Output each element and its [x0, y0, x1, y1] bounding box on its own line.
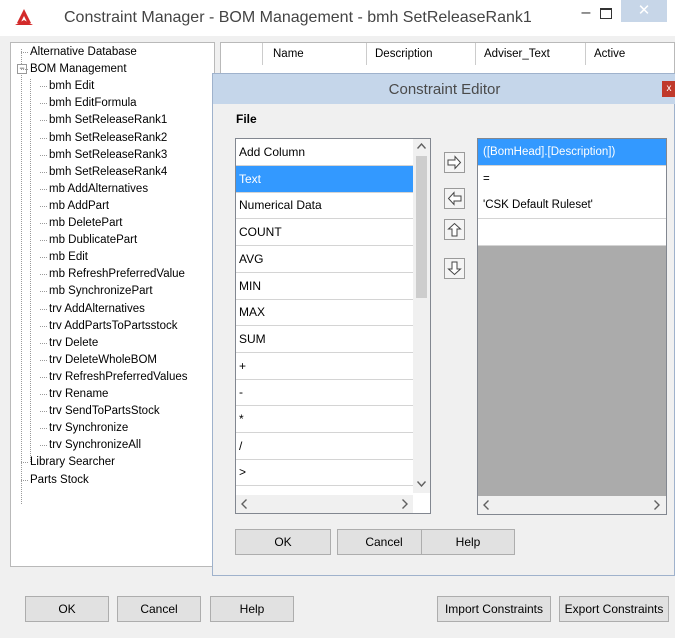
constraint-tree[interactable]: Alternative Database − BOM Management bmh E…: [10, 42, 215, 567]
editor-title: Constraint Editor: [388, 81, 501, 98]
tree-leaf[interactable]: bmh SetReleaseRank2: [39, 131, 167, 145]
expression-list-hscrollbar[interactable]: [478, 496, 666, 514]
column-list-item[interactable]: COUNT: [236, 219, 413, 247]
tree-leaf[interactable]: trv Rename: [39, 387, 108, 401]
tree-leaf[interactable]: trv AddPartsToPartsstock: [39, 319, 177, 333]
column-list-item[interactable]: *: [236, 406, 413, 433]
arrow-right-icon: [447, 155, 462, 170]
editor-cancel-button[interactable]: Cancel: [337, 529, 431, 555]
expression-item[interactable]: ([BomHead].[Description]): [478, 139, 666, 166]
move-down-button[interactable]: [444, 258, 465, 279]
tree-leaf[interactable]: trv RefreshPreferredValues: [39, 370, 187, 384]
arrow-up-icon: [447, 222, 462, 237]
editor-close-button[interactable]: x: [662, 81, 675, 97]
constraint-editor-dialog: Constraint Editor x File Add Column Text N…: [212, 73, 675, 576]
maximize-button[interactable]: [593, 2, 619, 24]
expression-list[interactable]: ([BomHead].[Description]) = 'CSK Default R…: [477, 138, 667, 515]
main-title-bar: Constraint Manager - BOM Management - bm…: [0, 0, 675, 36]
scroll-down-icon[interactable]: [417, 481, 426, 487]
maximize-icon: [600, 8, 612, 19]
tree-leaf[interactable]: trv AddAlternatives: [40, 302, 145, 316]
app-logo-icon: [15, 9, 33, 25]
tree-leaf[interactable]: mb AddAlternatives: [39, 182, 148, 196]
scroll-right-icon[interactable]: [654, 500, 660, 510]
tree-leaf[interactable]: mb RefreshPreferredValue: [40, 267, 185, 281]
grid-header-rowselector: [221, 43, 263, 65]
column-list-item[interactable]: SUM: [236, 326, 413, 353]
grid-header-description[interactable]: Description: [367, 43, 476, 65]
tree-node[interactable]: Alternative Database: [21, 45, 137, 59]
tree-leaf[interactable]: mb AddPart: [39, 199, 109, 213]
column-list-item[interactable]: Numerical Data: [236, 192, 413, 220]
file-menu[interactable]: File: [236, 112, 257, 126]
cancel-button[interactable]: Cancel: [117, 596, 201, 622]
tree-leaf[interactable]: bmh SetReleaseRank3: [39, 148, 167, 162]
help-button[interactable]: Help: [210, 596, 294, 622]
column-list-item[interactable]: Text: [236, 165, 413, 193]
column-list-item[interactable]: >: [236, 459, 413, 487]
ok-button[interactable]: OK: [25, 596, 109, 622]
tree-leaf[interactable]: trv SendToPartsStock: [40, 404, 160, 418]
scroll-right-icon[interactable]: [402, 499, 408, 509]
column-list-hscrollbar[interactable]: [236, 495, 413, 513]
tree-leaf[interactable]: bmh Edit: [39, 79, 94, 93]
tree-leaf[interactable]: trv DeleteWholeBOM: [39, 353, 157, 367]
scroll-up-icon[interactable]: [417, 143, 426, 149]
column-list-item[interactable]: Add Column: [236, 139, 413, 166]
move-up-button[interactable]: [444, 219, 465, 240]
tree-leaf[interactable]: bmh EditFormula: [40, 96, 137, 110]
editor-help-button[interactable]: Help: [421, 529, 515, 555]
tree-leaf[interactable]: mb Edit: [40, 250, 88, 264]
close-window-button[interactable]: ✕: [621, 0, 667, 22]
column-function-list[interactable]: Add Column Text Numerical Data COUNT AVG MIN M…: [235, 138, 431, 514]
column-list-item[interactable]: <: [236, 486, 413, 495]
window-title: Constraint Manager - BOM Management - bm…: [64, 9, 532, 26]
remove-from-expression-button[interactable]: [444, 188, 465, 209]
export-constraints-button[interactable]: Export Constraints: [559, 596, 669, 622]
tree-node[interactable]: BOM Management: [21, 62, 127, 76]
grid-header-name[interactable]: Name: [263, 43, 367, 65]
column-list-item[interactable]: AVG: [236, 246, 413, 273]
column-list-scroll-thumb[interactable]: [416, 156, 427, 298]
arrow-down-icon: [447, 261, 462, 276]
column-list-item[interactable]: MAX: [236, 299, 413, 327]
tree-leaf[interactable]: mb DeletePart: [40, 216, 123, 230]
tree-leaf[interactable]: trv Delete: [39, 336, 98, 350]
editor-title-bar: Constraint Editor x: [213, 74, 675, 104]
tree-leaf[interactable]: trv Synchronize: [39, 421, 128, 435]
scroll-left-icon[interactable]: [241, 499, 247, 509]
grid-header-active[interactable]: Active: [586, 43, 675, 65]
tree-node[interactable]: Library Searcher: [20, 455, 115, 469]
scroll-left-icon[interactable]: [483, 500, 489, 510]
column-list-item[interactable]: -: [236, 379, 413, 407]
add-to-expression-button[interactable]: [444, 152, 465, 173]
tree-leaf[interactable]: bmh SetReleaseRank4: [39, 165, 167, 179]
column-list-item[interactable]: /: [236, 433, 413, 460]
tree-leaf[interactable]: trv SynchronizeAll: [39, 438, 141, 452]
expression-item[interactable]: 'CSK Default Ruleset': [478, 192, 666, 220]
tree-node[interactable]: Parts Stock: [21, 473, 89, 487]
import-constraints-button[interactable]: Import Constraints: [437, 596, 551, 622]
column-list-item[interactable]: MIN: [236, 273, 413, 300]
tree-leaf[interactable]: mb DublicatePart: [39, 233, 137, 247]
expression-item[interactable]: [478, 219, 666, 247]
column-list-item[interactable]: +: [236, 353, 413, 380]
tree-leaf[interactable]: bmh SetReleaseRank1: [39, 113, 167, 127]
tree-leaf[interactable]: mb SynchronizePart: [40, 284, 153, 298]
expression-item[interactable]: =: [478, 165, 666, 193]
grid-header-adviser-text[interactable]: Adviser_Text: [476, 43, 586, 65]
arrow-left-icon: [447, 191, 462, 206]
column-list-vscrollbar[interactable]: [413, 139, 430, 493]
editor-ok-button[interactable]: OK: [235, 529, 331, 555]
